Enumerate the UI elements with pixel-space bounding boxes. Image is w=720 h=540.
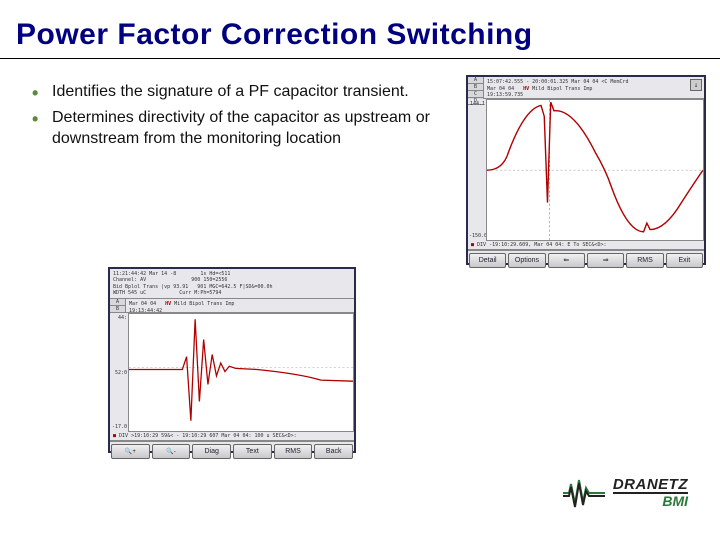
hv-label: HV [523, 86, 529, 92]
y-tick: 52:0 [111, 370, 127, 376]
hdr: 901 MGC=642.5 F|SD&=00.0h [197, 284, 272, 290]
legend-dot: ■ [113, 433, 116, 439]
caption-text: DIV -19:10:29.609, Mar 04 04: E To SEC&<… [477, 242, 606, 248]
detail-button[interactable]: Detail [469, 253, 506, 268]
chart-caption: ■ DIV >19:10:29 59&< - 19:10:29 607 Mar … [110, 432, 354, 441]
brand-logo: DRANETZ BMI [561, 477, 688, 508]
logo-text: DRANETZ BMI [613, 477, 688, 508]
waveform-plot [486, 99, 704, 241]
logo-mark-icon [561, 478, 607, 508]
chart-caption: ■ DIV -19:10:29.609, Mar 04 04: E To SEC… [468, 241, 704, 250]
channel-a: A [110, 299, 125, 306]
y-axis: 44: 52:0 -17.0 [110, 313, 128, 432]
oscilloscope-screenshot-1: A B C D 15:07:42.555 - 20:00:01.325 Mar … [466, 75, 706, 265]
diag-button[interactable]: Diag [192, 444, 231, 459]
rms-button[interactable]: RMS [274, 444, 313, 459]
y-axis: 144.1 -150.0 [468, 99, 486, 241]
prev-button[interactable]: ⇐ [548, 253, 585, 268]
channel-b: B [468, 84, 483, 91]
chart-header-2: Mar 04 04 HV Mild Bipol Trans Imp 19:13:… [126, 299, 354, 313]
dropdown-arrow-icon[interactable]: ↓ [690, 79, 702, 91]
slide-title: Power Factor Correction Switching [0, 0, 720, 59]
hdr: 11:21:44:42 Mar 14 -8 [113, 271, 176, 277]
rms-button[interactable]: RMS [626, 253, 663, 268]
hdr: WDTH 545 uC [113, 290, 146, 296]
y-tick: 44: [111, 315, 127, 321]
chart-header-top: 11:21:44:42 Mar 14 -8 1s Hd=<511 Channel… [110, 269, 354, 299]
bullet-item: Determines directivity of the capacitor … [30, 107, 460, 150]
bullet-item: Identifies the signature of a PF capacit… [30, 81, 460, 103]
exit-button[interactable]: Exit [666, 253, 703, 268]
y-tick: 144.1 [469, 101, 485, 107]
y-tick: -150.0 [469, 233, 485, 239]
hdr: 900 150=2556 [191, 277, 227, 283]
text-button[interactable]: Text [233, 444, 272, 459]
options-button[interactable]: Options [508, 253, 545, 268]
caption-text: DIV >19:10:29 59&< - 19:10:29 607 Mar 04… [119, 433, 297, 439]
content-row: Identifies the signature of a PF capacit… [0, 59, 720, 265]
channel-a: A [468, 77, 483, 84]
hv-label: HV [165, 301, 171, 307]
y-tick: -17.0 [111, 424, 127, 430]
bullet-list: Identifies the signature of a PF capacit… [30, 75, 460, 265]
channel-b: B [110, 306, 125, 313]
back-button[interactable]: Back [314, 444, 353, 459]
legend-dot: ■ [471, 242, 474, 248]
hv-desc: Mild Bipol Trans Imp [174, 301, 234, 307]
button-bar: Detail Options ⇐ ⇒ RMS Exit [468, 250, 704, 270]
next-button[interactable]: ⇒ [587, 253, 624, 268]
zoom-out-button[interactable]: 🔍- [152, 444, 191, 459]
logo-sub: BMI [613, 494, 688, 508]
channel-gutter: A B [110, 299, 126, 313]
channel-gutter: A B C D [468, 77, 484, 99]
logo-brand: DRANETZ [613, 477, 688, 494]
oscilloscope-screenshot-2: 11:21:44:42 Mar 14 -8 1s Hd=<511 Channel… [108, 267, 356, 453]
hv-desc: Mild Bipol Trans Imp [532, 86, 592, 92]
hdr: 1s Hd=<511 [200, 271, 230, 277]
hdr: Channel: AV [113, 277, 146, 283]
button-bar: 🔍+ 🔍- Diag Text RMS Back [110, 441, 354, 461]
header-line: 19:13:59.735 [487, 92, 523, 98]
waveform-plot [128, 313, 354, 432]
hdr: Bid Bplol Trans |vp 93.91 [113, 284, 188, 290]
channel-c: C [468, 91, 483, 98]
hdr: Curr M:Ph=5794 [179, 290, 221, 296]
header-line: Mar 04 04 [129, 301, 156, 307]
zoom-in-button[interactable]: 🔍+ [111, 444, 150, 459]
header-line: Mar 04 04 [487, 86, 514, 92]
chart-header: 15:07:42.555 - 20:00:01.325 Mar 04 04 <C… [484, 77, 704, 99]
